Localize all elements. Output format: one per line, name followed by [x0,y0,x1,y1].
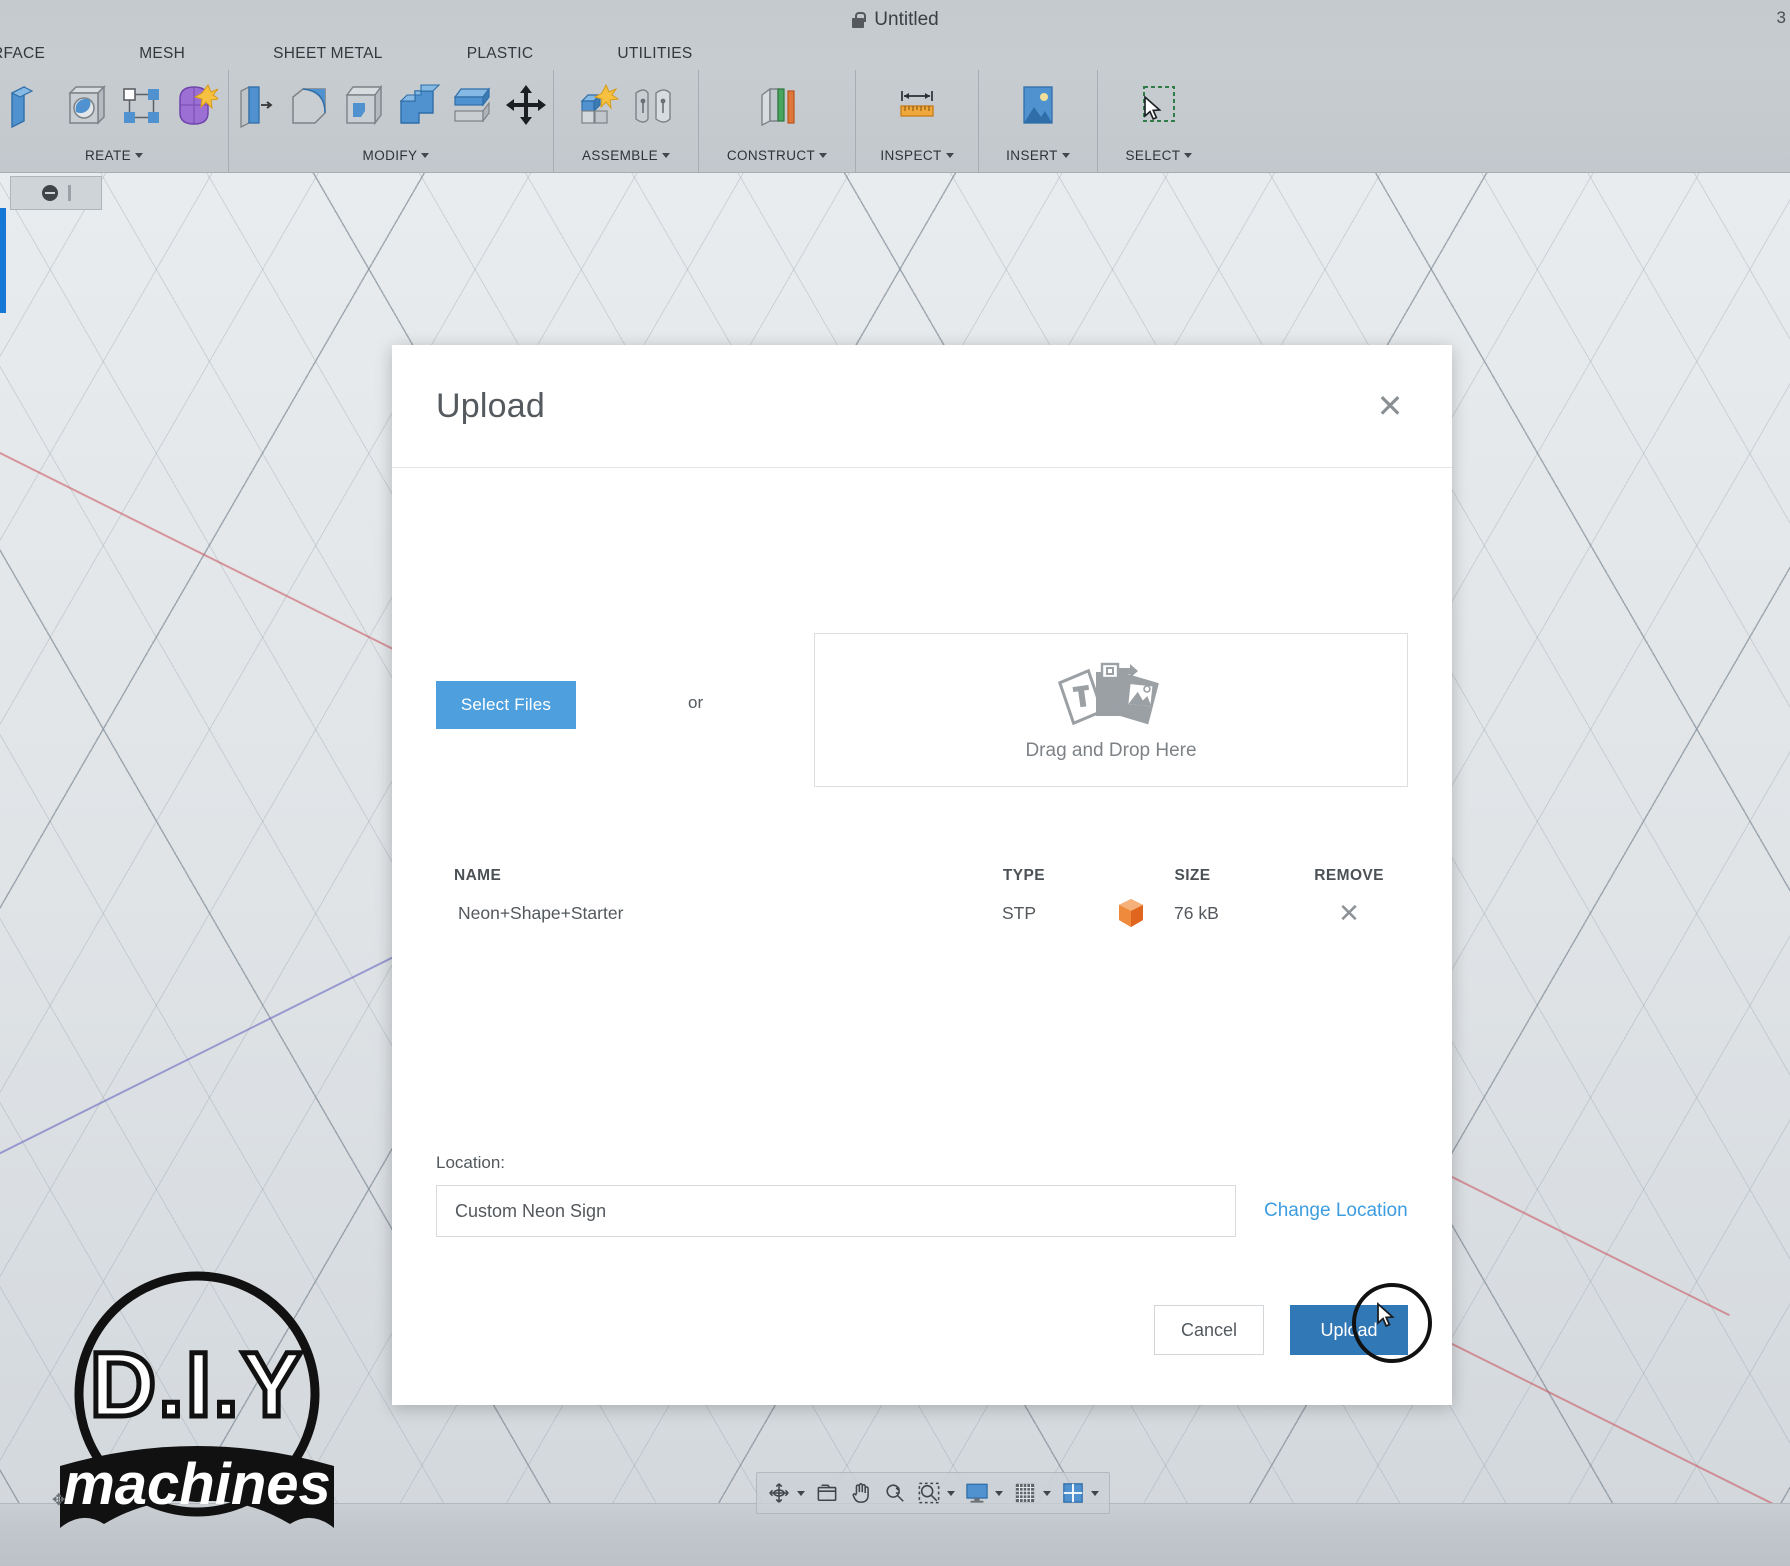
column-header-remove: REMOVE [1290,861,1408,885]
upload-button[interactable]: Upload [1290,1305,1408,1355]
location-input[interactable] [436,1185,1236,1237]
location-row: Change Location [436,1185,1408,1237]
modal-layer: Upload ✕ Select Files or [0,0,1790,1566]
close-icon[interactable]: ✕ [1370,386,1410,426]
stp-cube-icon [1088,898,1174,928]
drag-and-drop-label: Drag and Drop Here [1025,740,1196,762]
drag-drop-files-icon [1052,658,1170,730]
location-block: Location: Change Location [436,1153,1408,1237]
uploaded-files-table: NAME TYPE SIZE REMOVE Neon+Shape+Starter… [436,851,1408,941]
file-type: STP [1002,903,1088,924]
location-label: Location: [436,1153,1408,1173]
dialog-footer: Cancel Upload [392,1255,1452,1405]
file-pick-row: Select Files or [436,633,1408,785]
change-location-link[interactable]: Change Location [1264,1200,1408,1222]
column-header-type: TYPE [1001,867,1089,885]
table-header-row: NAME TYPE SIZE REMOVE [436,851,1408,885]
or-label: or [688,693,703,713]
select-files-button[interactable]: Select Files [436,681,576,729]
file-size: 76 kB [1174,903,1290,924]
column-header-size: SIZE [1174,867,1290,885]
table-row[interactable]: Neon+Shape+Starter STP 76 kB ✕ [436,885,1408,941]
cancel-button[interactable]: Cancel [1154,1305,1264,1355]
drag-and-drop-zone[interactable]: Drag and Drop Here [814,633,1408,787]
column-header-name: NAME [436,867,1001,885]
upload-dialog: Upload ✕ Select Files or [392,345,1452,1405]
dialog-header: Upload ✕ [392,345,1452,468]
dialog-title: Upload [436,387,545,426]
file-name: Neon+Shape+Starter [436,903,1002,924]
remove-x-icon[interactable]: ✕ [1290,900,1408,926]
